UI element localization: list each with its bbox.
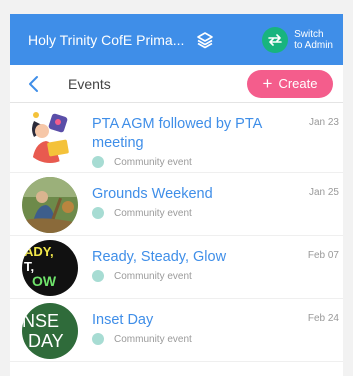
events-list: PTA AGM followed by PTA meeting Communit…	[10, 103, 343, 362]
glow-poster-line2: T,	[24, 259, 34, 274]
community-dot-icon	[92, 270, 104, 282]
event-type: Community event	[114, 270, 192, 282]
swap-arrows-icon	[262, 26, 289, 53]
event-row[interactable]: NSE DAY Inset Day Community event Feb 24	[10, 299, 343, 362]
event-image-inset-day: NSE DAY	[22, 303, 78, 359]
glow-poster-line1: ADY,	[24, 244, 54, 259]
event-title[interactable]: Grounds Weekend	[92, 185, 292, 204]
event-details: Inset Day Community event	[92, 311, 292, 345]
event-type: Community event	[114, 333, 192, 345]
switch-to-admin-button[interactable]: Switch to Admin	[262, 26, 333, 53]
event-title[interactable]: PTA AGM followed by PTA meeting	[92, 115, 292, 153]
top-bar: Holy Trinity CofE Prima... Switch to Adm…	[10, 14, 343, 65]
event-date: Feb 24	[307, 313, 339, 324]
event-date: Jan 25	[308, 187, 339, 198]
layers-switch-icon[interactable]	[196, 31, 214, 49]
event-type: Community event	[114, 207, 192, 219]
app-frame: Holy Trinity CofE Prima... Switch to Adm…	[10, 14, 343, 376]
event-meta: Community event	[92, 333, 292, 345]
switch-label-line2: to Admin	[294, 39, 333, 51]
event-meta: Community event	[92, 270, 292, 282]
event-meta: Community event	[92, 156, 292, 168]
event-title[interactable]: Inset Day	[92, 311, 292, 330]
page-title: Events	[68, 75, 111, 92]
event-details: PTA AGM followed by PTA meeting Communit…	[92, 115, 292, 168]
school-name[interactable]: Holy Trinity CofE Prima...	[28, 32, 184, 48]
back-arrow-icon[interactable]	[26, 74, 46, 94]
event-image-pta-illustration	[22, 107, 78, 163]
event-title[interactable]: Ready, Steady, Glow	[92, 248, 292, 267]
community-dot-icon	[92, 333, 104, 345]
event-date: Jan 23	[308, 117, 339, 128]
event-details: Ready, Steady, Glow Community event	[92, 248, 292, 282]
switch-label: Switch to Admin	[294, 29, 333, 51]
inset-day-line1: NSE	[22, 311, 59, 331]
community-dot-icon	[92, 156, 104, 168]
community-dot-icon	[92, 207, 104, 219]
create-button[interactable]: + Create	[247, 69, 333, 98]
glow-poster-line3: OW	[32, 273, 57, 289]
event-image-grounds-photo	[22, 177, 78, 233]
event-row[interactable]: Grounds Weekend Community event Jan 25	[10, 173, 343, 236]
plus-icon: +	[262, 74, 273, 93]
switch-label-line1: Switch	[294, 28, 324, 40]
sub-header: Events + Create	[10, 65, 343, 103]
event-image-glow-poster: ADY, T, OW	[22, 240, 78, 296]
inset-day-line2: DAY	[28, 331, 64, 351]
event-details: Grounds Weekend Community event	[92, 185, 292, 219]
create-button-label: Create	[278, 76, 318, 91]
event-type: Community event	[114, 156, 192, 168]
event-date: Feb 07	[307, 250, 339, 261]
event-row[interactable]: PTA AGM followed by PTA meeting Communit…	[10, 103, 343, 173]
event-meta: Community event	[92, 207, 292, 219]
event-row[interactable]: ADY, T, OW Ready, Steady, Glow Community…	[10, 236, 343, 299]
